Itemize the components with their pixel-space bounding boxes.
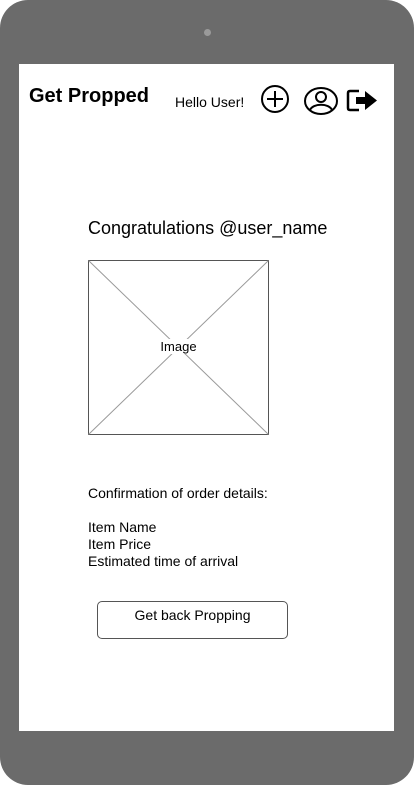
add-circle-icon[interactable] (260, 85, 292, 115)
user-profile-icon[interactable] (303, 86, 339, 116)
order-details-heading: Confirmation of order details: (88, 485, 268, 501)
item-name-text: Item Name (88, 519, 157, 535)
image-placeholder-label: Image (158, 339, 199, 354)
app-title: Get Propped (29, 85, 150, 107)
logout-icon[interactable] (346, 88, 379, 113)
item-price-text: Item Price (88, 536, 152, 552)
get-back-propping-button[interactable]: Get back Propping (97, 601, 288, 639)
device-camera (204, 29, 211, 36)
app-screen: Get Propped Hello User! Congratulations … (19, 64, 394, 731)
user-greeting: Hello User! (175, 94, 245, 110)
device-frame: Get Propped Hello User! Congratulations … (0, 0, 414, 785)
estimated-arrival-text: Estimated time of arrival (88, 553, 239, 569)
image-placeholder: Image (88, 260, 269, 435)
congratulations-heading: Congratulations @user_name (88, 218, 328, 238)
